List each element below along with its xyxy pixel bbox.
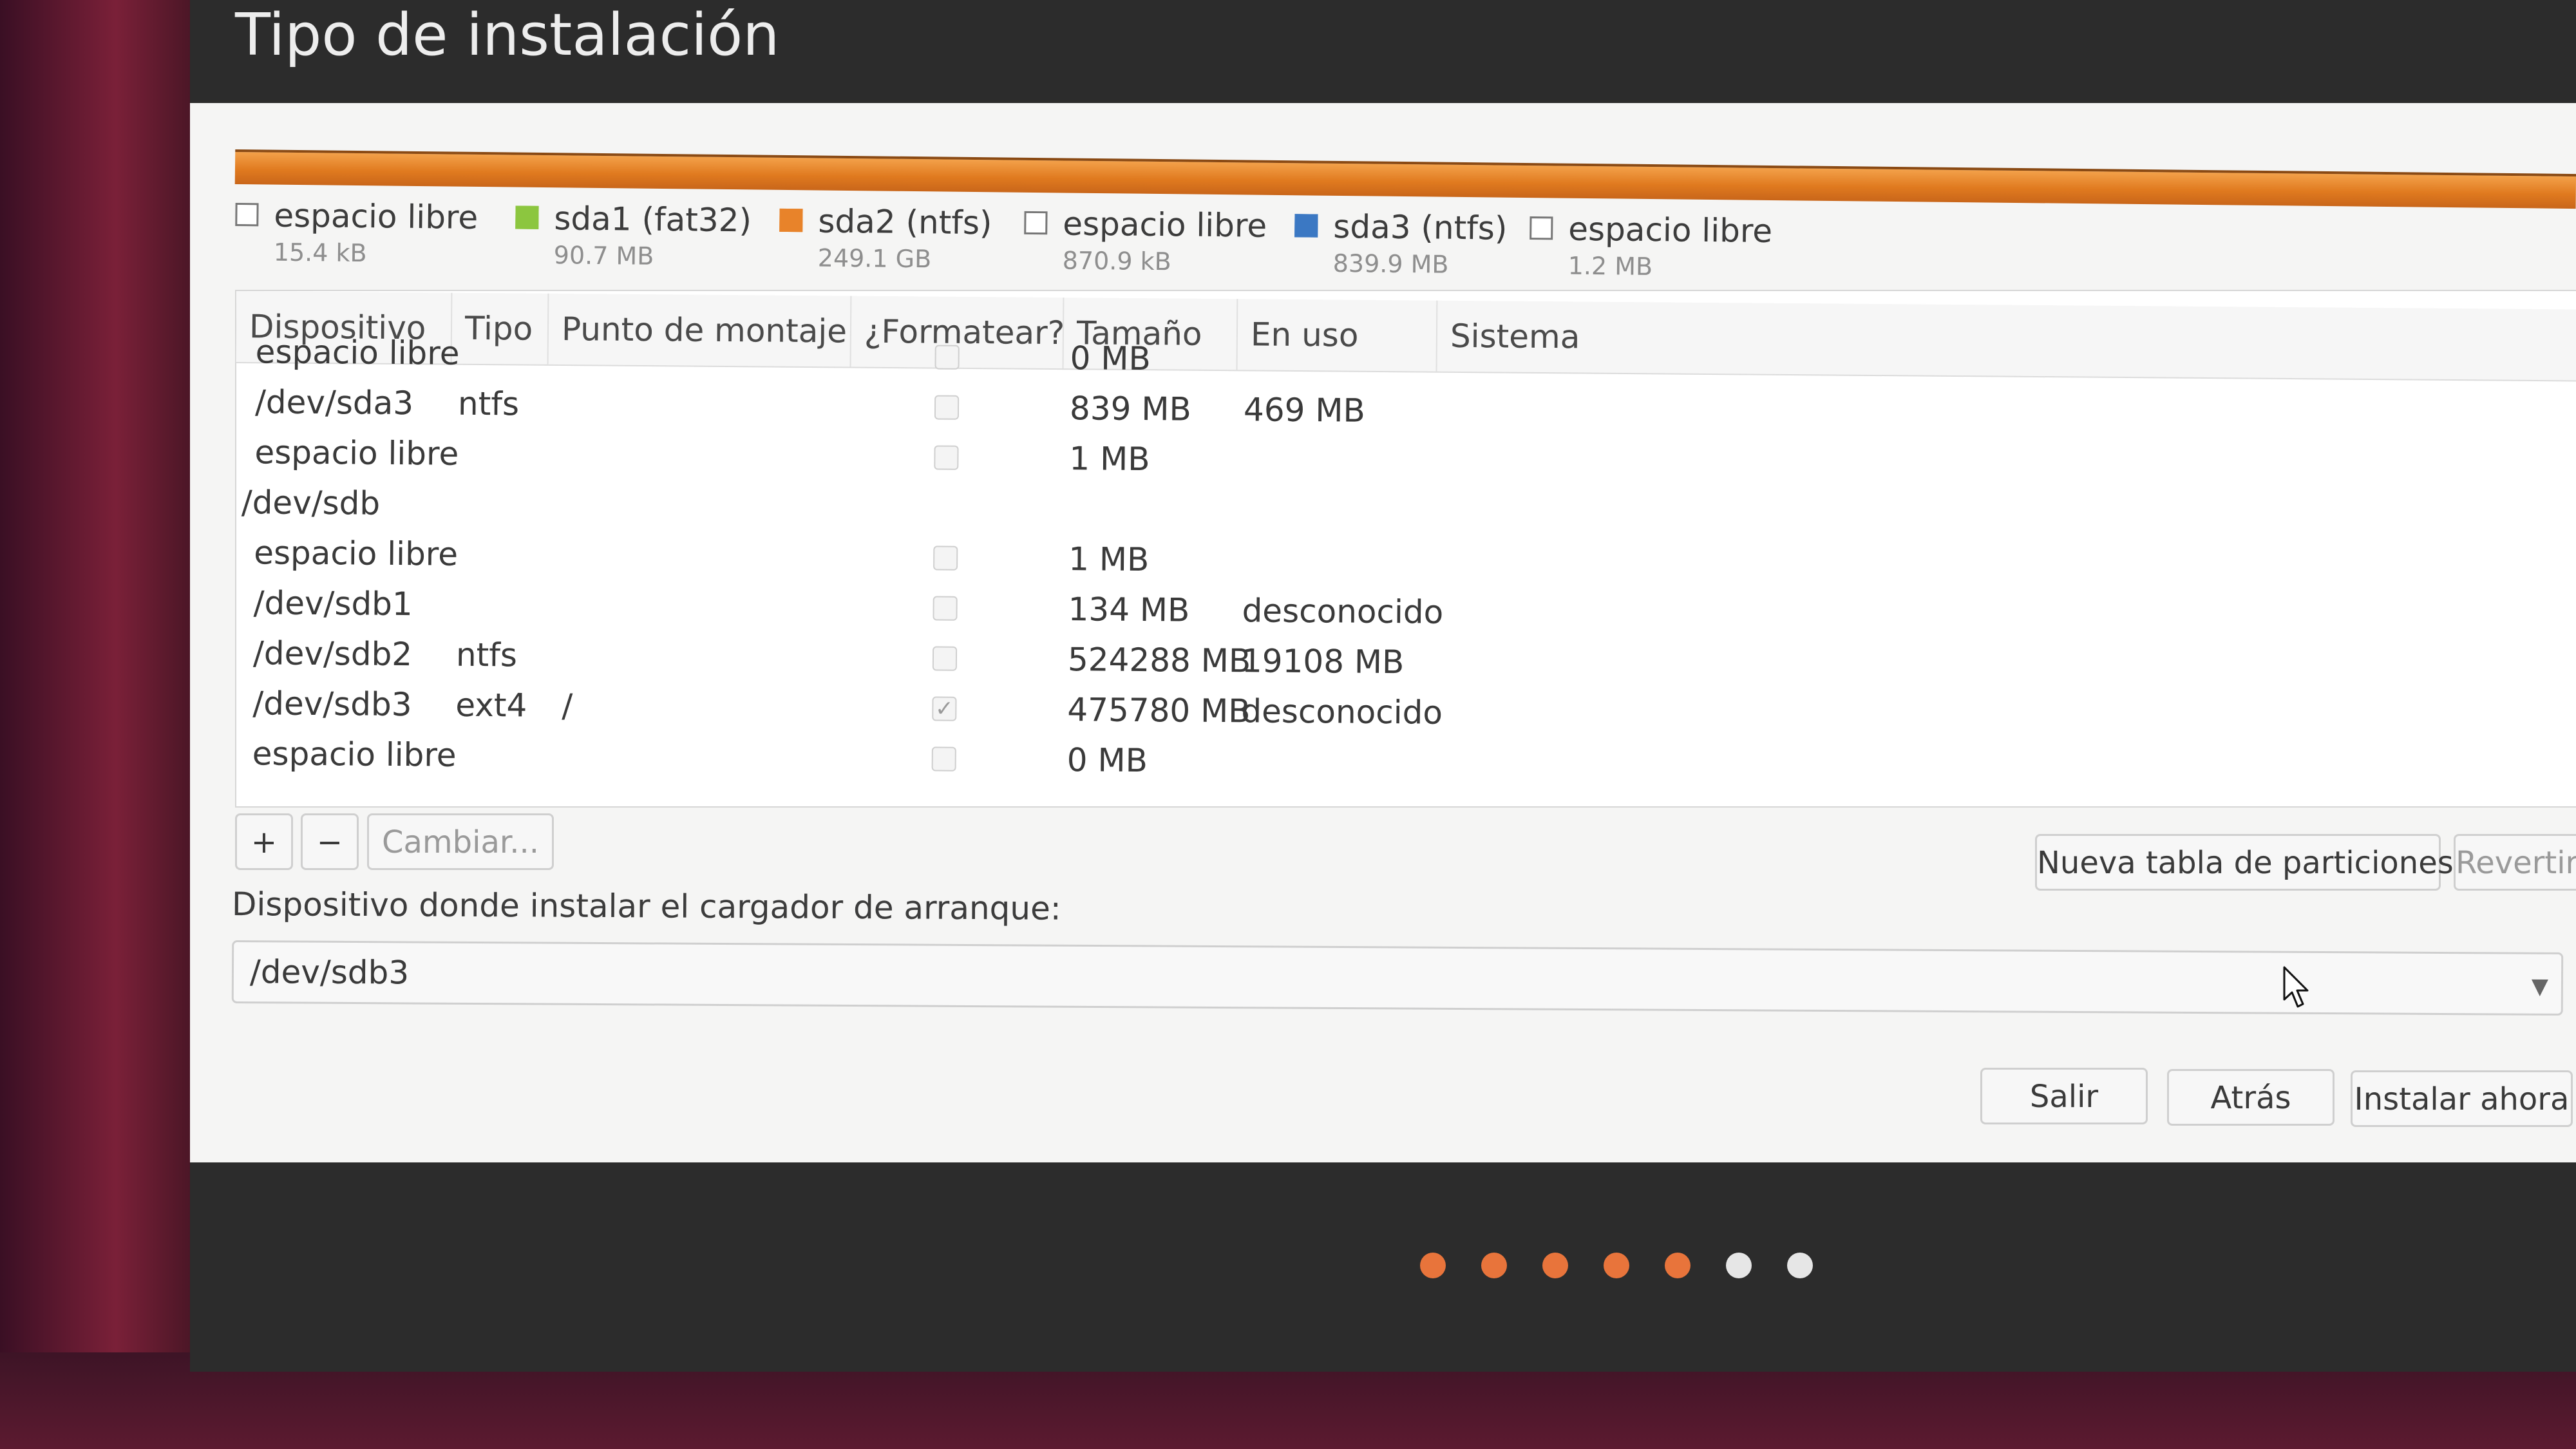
installation-type-panel: espacio libre 15.4 kB sda1 (fat32) 90.7 … [190, 103, 2576, 1162]
bootloader-device-select[interactable]: /dev/sdb3 ▼ [231, 940, 2564, 1016]
new-partition-table-button[interactable]: Nueva tabla de particiones... [2035, 834, 2483, 891]
legend-name: sda2 (ntfs) [818, 202, 992, 242]
legend-swatch [1530, 216, 1553, 240]
legend-swatch [779, 208, 803, 232]
cell-size: 134 MB [1068, 591, 1190, 629]
cell-size: 1 MB [1069, 440, 1150, 478]
progress-step-dot [1726, 1253, 1752, 1278]
legend-name: espacio libre [1568, 210, 1773, 250]
bootloader-label: Dispositivo donde instalar el cargador d… [231, 886, 1061, 927]
cell-device: espacio libre [254, 534, 459, 573]
progress-step-dot [1787, 1253, 1813, 1278]
legend-swatch [515, 205, 539, 229]
cell-device: espacio libre [252, 735, 457, 774]
progress-step-dot [1420, 1253, 1446, 1278]
legend-size: 249.1 GB [817, 243, 932, 274]
format-checkbox[interactable] [934, 445, 959, 470]
progress-step-dot [1542, 1253, 1568, 1278]
cell-type: ntfs [457, 384, 520, 423]
format-checkbox[interactable] [932, 646, 958, 671]
legend-size: 90.7 MB [553, 241, 654, 270]
cell-size: 475780 MB [1067, 691, 1251, 730]
revert-button[interactable]: Revertir [2454, 834, 2576, 891]
format-checkbox[interactable] [933, 545, 958, 571]
legend-name: sda3 (ntfs) [1333, 207, 1508, 247]
cell-device: /dev/sdb2 [252, 634, 413, 674]
remove-partition-button[interactable]: − [301, 813, 359, 870]
bootloader-device-value: /dev/sdb3 [249, 953, 410, 992]
progress-step-dot [1604, 1253, 1629, 1278]
cell-size: 1 MB [1068, 540, 1150, 579]
progress-step-dot [1665, 1253, 1690, 1278]
cell-size: 0 MB [1066, 741, 1148, 780]
chevron-down-icon: ▼ [2531, 973, 2549, 999]
cell-device: /dev/sdb [241, 484, 381, 522]
cell-size: 524288 MB [1067, 641, 1251, 680]
legend-swatch [1294, 214, 1318, 238]
legend-name: espacio libre [274, 196, 478, 236]
change-partition-button[interactable]: Cambiar... [367, 813, 554, 870]
format-checkbox-checked[interactable]: ✓ [932, 696, 957, 722]
legend-swatch [1024, 211, 1048, 235]
cell-used: desconocido [1242, 592, 1444, 631]
legend-size: 1.2 MB [1567, 251, 1653, 281]
mouse-pointer-icon [2283, 966, 2309, 1008]
installation-progress-dots [1420, 1253, 1871, 1285]
legend-name: espacio libre [1063, 205, 1267, 245]
partition-table[interactable]: Dispositivo Tipo Punto de montaje ¿Forma… [235, 290, 2576, 808]
cell-type: ext4 [455, 686, 527, 724]
cell-type: ntfs [455, 636, 518, 674]
legend-swatch [235, 203, 259, 227]
installer-window: Tipo de instalación espacio libre 15.4 k… [190, 0, 2576, 1372]
format-checkbox[interactable] [931, 746, 956, 772]
cell-device: /dev/sdb1 [253, 584, 413, 623]
cell-used: desconocido [1241, 692, 1443, 732]
quit-button[interactable]: Salir [1980, 1068, 2148, 1124]
cell-device: espacio libre [255, 333, 460, 372]
cell-device: /dev/sda3 [254, 383, 414, 422]
legend-size: 839.9 MB [1332, 249, 1449, 279]
cell-used: 469 MB [1243, 391, 1366, 430]
legend-size: 15.4 kB [273, 238, 367, 268]
legend-name: sda1 (fat32) [554, 200, 752, 240]
cell-used: 19108 MB [1241, 642, 1405, 681]
cell-mount: / [562, 687, 573, 725]
format-checkbox[interactable] [934, 345, 960, 370]
back-button[interactable]: Atrás [2167, 1069, 2334, 1126]
cell-size: 0 MB [1070, 339, 1151, 378]
install-now-button[interactable]: Instalar ahora [2351, 1070, 2573, 1127]
desktop-background [0, 0, 193, 1449]
progress-step-dot [1481, 1253, 1507, 1278]
legend-size: 870.9 kB [1062, 246, 1171, 276]
cell-device: /dev/sdb3 [252, 685, 412, 724]
add-partition-button[interactable]: + [235, 813, 293, 870]
format-checkbox[interactable] [933, 596, 958, 621]
cell-device: espacio libre [254, 433, 459, 473]
window-title: Tipo de instalación [235, 1, 780, 69]
cell-size: 839 MB [1069, 390, 1192, 428]
format-checkbox[interactable] [934, 395, 960, 420]
